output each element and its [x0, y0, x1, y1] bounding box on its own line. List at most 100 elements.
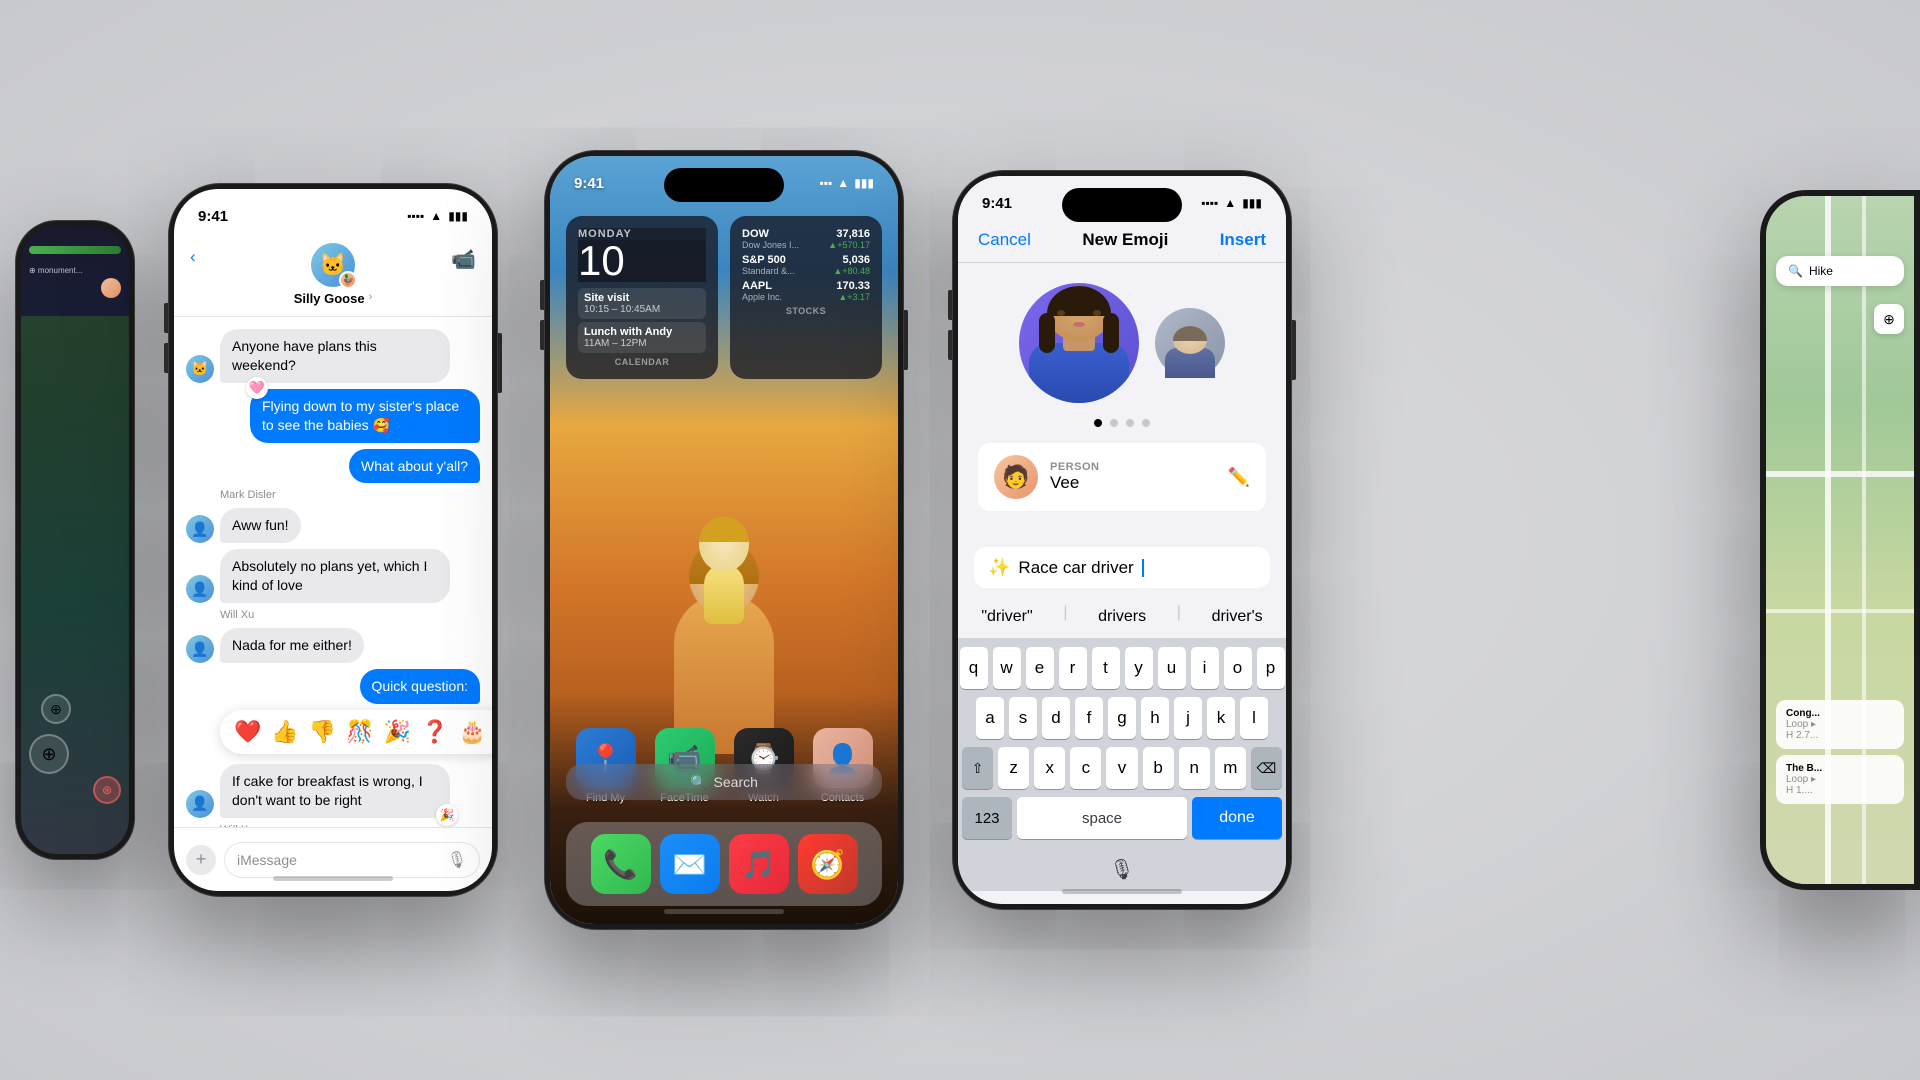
- emoji-person-edit-button[interactable]: ✏️: [1228, 467, 1250, 488]
- tapback-picker[interactable]: ❤️ 👍 👎 🎊 🎉 ❓ 🎂 ›: [220, 710, 492, 754]
- key-e[interactable]: e: [1026, 647, 1054, 689]
- sent-message-group: Flying down to my sister's place to see …: [186, 389, 480, 443]
- power-button-home[interactable]: [904, 310, 908, 370]
- emoji-wifi-icon: ▲: [1224, 196, 1236, 210]
- messages-input-field[interactable]: iMessage 🎙: [224, 842, 480, 878]
- maps-card-2-detail: Loop ▸: [1786, 774, 1894, 785]
- emoji-sparkle-icon: ✨: [988, 557, 1010, 578]
- key-n[interactable]: n: [1179, 747, 1210, 789]
- prediction-item-drivers-possessive[interactable]: driver's: [1196, 604, 1279, 630]
- dock-phone[interactable]: 📞: [591, 834, 651, 894]
- key-s[interactable]: s: [1009, 697, 1037, 739]
- message-bubble-question: Quick question:: [360, 669, 481, 704]
- key-g[interactable]: g: [1108, 697, 1136, 739]
- key-d[interactable]: d: [1042, 697, 1070, 739]
- emoji-search-text[interactable]: Race car driver: [1018, 558, 1133, 578]
- message-sender-name-2: Will Xu: [220, 609, 480, 621]
- stocks-widget[interactable]: DOW Dow Jones I... 37,816 ▲+570.17 S&P 5…: [730, 216, 882, 379]
- key-done[interactable]: done: [1192, 797, 1282, 839]
- dock-phone-icon: 📞: [591, 834, 651, 894]
- key-c[interactable]: c: [1070, 747, 1101, 789]
- messages-body: 🐱 Anyone have plans this weekend? Flying…: [174, 317, 492, 827]
- key-delete[interactable]: ⌫: [1251, 747, 1282, 789]
- messages-video-call-button[interactable]: 📹: [451, 247, 476, 272]
- messages-contact-avatar[interactable]: 🐱 🦆: [311, 243, 355, 287]
- message-row-nada: 👤 Nada for me either!: [186, 628, 480, 663]
- key-p[interactable]: p: [1257, 647, 1285, 689]
- homescreen-screen: 9:41 ▪▪▪ ▲ ▮▮▮ MONDAY 10: [550, 156, 898, 924]
- messages-add-button[interactable]: +: [186, 845, 216, 875]
- key-shift[interactable]: ⇧: [962, 747, 993, 789]
- keyboard-mic-icon[interactable]: 🎙: [1109, 857, 1134, 882]
- key-x[interactable]: x: [1034, 747, 1065, 789]
- volume-down-button-emoji[interactable]: [948, 330, 952, 360]
- emoji-cancel-button[interactable]: Cancel: [978, 230, 1031, 250]
- maps-search-glass-icon: 🔍: [1788, 264, 1803, 278]
- tapback-picker-container: ❤️ 👍 👎 🎊 🎉 ❓ 🎂 › +: [186, 710, 480, 758]
- tapback-heart[interactable]: ❤️: [234, 719, 261, 745]
- maps-location-button[interactable]: ⊕: [1874, 304, 1904, 334]
- key-q[interactable]: q: [960, 647, 988, 689]
- key-j[interactable]: j: [1174, 697, 1202, 739]
- volume-up-button-home[interactable]: [540, 280, 544, 310]
- volume-up-button-emoji[interactable]: [948, 290, 952, 320]
- key-h[interactable]: h: [1141, 697, 1169, 739]
- emoji-person-info: PERSON Vee: [1050, 461, 1216, 493]
- key-u[interactable]: u: [1158, 647, 1186, 689]
- volume-up-button[interactable]: [164, 303, 168, 333]
- calendar-event-2: Lunch with Andy 11AM – 12PM: [578, 322, 706, 353]
- dock-mail[interactable]: ✉️: [660, 834, 720, 894]
- key-a[interactable]: a: [976, 697, 1004, 739]
- dock-music[interactable]: 🎵: [729, 834, 789, 894]
- maps-search-bar[interactable]: 🔍 Hike: [1776, 256, 1904, 286]
- messages-mic-icon[interactable]: 🎙: [447, 850, 467, 870]
- emoji-main-avatar[interactable]: [1019, 283, 1139, 403]
- stock-item-sp500: S&P 500 Standard &... 5,036 ▲+80.48: [742, 254, 870, 276]
- key-y[interactable]: y: [1125, 647, 1153, 689]
- emoji-insert-button[interactable]: Insert: [1220, 230, 1266, 250]
- maps-card-2: The B... Loop ▸ H 1....: [1776, 755, 1904, 804]
- tapback-question[interactable]: ❓: [421, 719, 448, 745]
- key-o[interactable]: o: [1224, 647, 1252, 689]
- key-b[interactable]: b: [1143, 747, 1174, 789]
- phone-emoji: 9:41 ▪▪▪▪ ▲ ▮▮▮ Cancel New Emoji Insert: [952, 170, 1292, 910]
- emoji-search-container[interactable]: ✨ Race car driver: [974, 547, 1270, 588]
- maps-card-1: Cong... Loop ▸ H 2.7...: [1776, 700, 1904, 749]
- calendar-widget[interactable]: MONDAY 10 Site visit 10:15 – 10:45AM Lun…: [566, 216, 718, 379]
- tapback-cake[interactable]: 🎂: [458, 719, 485, 745]
- secondary-figure: [1155, 308, 1225, 378]
- messages-contact-chevron: ›: [369, 291, 373, 303]
- key-l[interactable]: l: [1240, 697, 1268, 739]
- stock-item-dow: DOW Dow Jones I... 37,816 ▲+570.17: [742, 228, 870, 250]
- prediction-item-driver-quoted[interactable]: "driver": [965, 604, 1048, 630]
- emoji-time: 9:41: [982, 195, 1012, 212]
- key-r[interactable]: r: [1059, 647, 1087, 689]
- messages-back-button[interactable]: ‹: [190, 247, 196, 267]
- key-space[interactable]: space: [1017, 797, 1187, 839]
- key-k[interactable]: k: [1207, 697, 1235, 739]
- calendar-event-1-title: Site visit: [584, 292, 700, 304]
- key-v[interactable]: v: [1106, 747, 1137, 789]
- stock-dow-name: DOW: [742, 228, 799, 240]
- key-numbers[interactable]: 123: [962, 797, 1012, 839]
- tapback-thumbsup[interactable]: 👍: [271, 719, 298, 745]
- tapback-party[interactable]: 🎉: [384, 719, 411, 745]
- emoji-secondary-avatar[interactable]: [1155, 308, 1225, 378]
- volume-down-button[interactable]: [164, 343, 168, 373]
- key-z[interactable]: z: [998, 747, 1029, 789]
- key-t[interactable]: t: [1092, 647, 1120, 689]
- dock-compass[interactable]: 🧭: [798, 834, 858, 894]
- tapback-confetti[interactable]: 🎊: [346, 719, 373, 745]
- volume-down-button-home[interactable]: [540, 320, 544, 350]
- prediction-item-drivers[interactable]: drivers: [1082, 604, 1162, 630]
- key-i[interactable]: i: [1191, 647, 1219, 689]
- key-m[interactable]: m: [1215, 747, 1246, 789]
- power-button-emoji[interactable]: [1292, 320, 1296, 380]
- key-f[interactable]: f: [1075, 697, 1103, 739]
- key-w[interactable]: w: [993, 647, 1021, 689]
- keyboard-row-3: ⇧ z x c v b n m ⌫: [962, 747, 1282, 789]
- scene: ⊕ monument... ⊕ ⊕ ⊛ 9:41 ▪▪▪▪ ▲: [0, 0, 1920, 1080]
- tapback-thumbsdown[interactable]: 👎: [309, 719, 336, 745]
- homescreen-search-bar[interactable]: 🔍 Search: [566, 764, 882, 800]
- power-button[interactable]: [498, 333, 502, 393]
